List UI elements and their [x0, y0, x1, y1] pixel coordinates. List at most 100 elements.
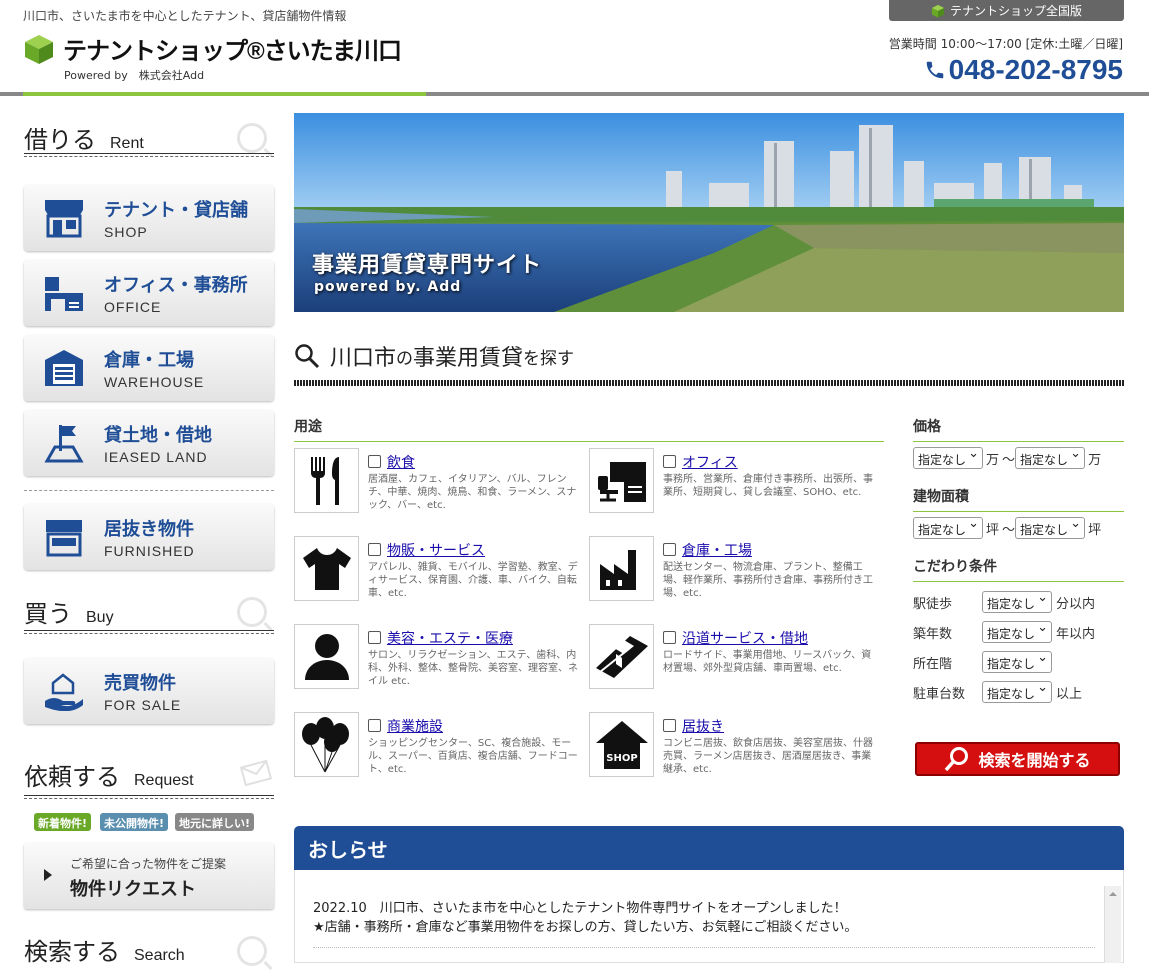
use-link-office[interactable]: オフィス [682, 452, 738, 472]
price-min-select[interactable]: 指定なし [913, 446, 984, 469]
cond-row-walk: 駅徒歩 指定なし 分以内 [913, 590, 1095, 613]
cond-label-floor: 所在階 [913, 656, 953, 672]
use-link-retail[interactable]: 物販・サービス [387, 540, 485, 560]
cond-select-floor[interactable]: 指定なし [982, 650, 1053, 673]
cond-label-parking: 駐車台数 [913, 686, 966, 702]
magnifier-deco-icon [237, 123, 267, 153]
factory-icon [589, 536, 654, 601]
news-header: おしらせ [294, 826, 1124, 870]
logo-title: テナントショップ®さいたま川口 [63, 38, 402, 65]
nav-for-sale-sub: FOR SALE [104, 697, 182, 713]
use-item-commercial: 商業施設 ショッピングセンター、SC、複合施設、モール、スーパー、百貨店、複合店… [294, 712, 584, 778]
use-desc-retail: アパレル、雑貨、モバイル、学習塾、教室、ディサービス、保育園、介護、車、バイク、… [368, 562, 578, 599]
site-logo[interactable]: テナントショップ®さいたま川口 [23, 31, 402, 66]
business-hours: 営業時間 10:00～17:00 [定休:土曜／日曜] [888, 37, 1123, 51]
use-link-warehouse[interactable]: 倉庫・工場 [682, 540, 752, 560]
price-unit-2: 万 [1088, 452, 1102, 468]
use-checkbox-food[interactable] [368, 455, 381, 468]
use-checkbox-beauty[interactable] [368, 631, 381, 644]
rent-title-jp: 借りる [24, 126, 96, 154]
badge-unlisted: 未公開物件! [100, 813, 169, 831]
use-link-roadside[interactable]: 沿道サービス・借地 [682, 628, 808, 648]
nationwide-site-link[interactable]: テナントショップ全国版 [889, 0, 1124, 21]
use-checkbox-retail[interactable] [368, 543, 381, 556]
start-search-button[interactable]: 検索を開始する [915, 742, 1120, 776]
use-checkbox-warehouse[interactable] [663, 543, 676, 556]
cond-select-age[interactable]: 指定なし [982, 620, 1053, 643]
property-request-button[interactable]: ご希望に合った物件をご提案 物件リクエスト [24, 843, 274, 909]
nav-office-label: オフィス・事務所 [104, 275, 248, 296]
buy-title-en: Buy [86, 609, 114, 626]
nav-for-sale[interactable]: 売買物件 FOR SALE [24, 658, 274, 724]
use-link-food[interactable]: 飲食 [387, 452, 415, 472]
news-divider [313, 947, 1095, 948]
rent-title-en: Rent [110, 135, 144, 152]
caret-right-icon [44, 869, 52, 881]
use-item-warehouse: 倉庫・工場 配送センター、物流倉庫、プラント、整備工場、軽作業所、事務所付き倉庫… [589, 536, 879, 602]
nav-land[interactable]: 貸土地・借地 IEASED LAND [24, 410, 274, 476]
use-desc-warehouse: 配送センター、物流倉庫、プラント、整備工場、軽作業所、事務所付き倉庫、事務所付き… [663, 562, 873, 599]
use-header: 用途 [294, 416, 884, 442]
nav-warehouse-sub: WAREHOUSE [104, 374, 205, 390]
buy-rule [24, 630, 274, 634]
nav-shop[interactable]: テナント・貸店舗 SHOP [24, 185, 274, 251]
tshirt-icon [294, 536, 359, 601]
area-max-select[interactable]: 指定なし [1015, 516, 1086, 539]
news-line-2: ★店舗・事務所・倉庫など事業用物件をお探しの方、貸したい方、お気軽にご相談くださ… [313, 920, 858, 935]
nav-furnished[interactable]: 居抜き物件 FURNISHED [24, 504, 274, 570]
use-item-beauty: 美容・エステ・医療 サロン、リラクゼーション、エステ、歯科、内科、外科、整体、整… [294, 624, 584, 690]
cond-select-walk[interactable]: 指定なし [982, 590, 1053, 613]
phone-icon [926, 61, 943, 79]
request-sub: ご希望に合った物件をご提案 [70, 857, 227, 871]
area-header: 建物面積 [913, 486, 1124, 512]
cond-unit-age: 年以内 [1056, 626, 1096, 642]
news-scrollbar[interactable] [1104, 886, 1121, 963]
use-item-food: 飲食 居酒屋、カフェ、イタリアン、バル、フレンチ、中華、焼肉、焼鳥、和食、ラーメ… [294, 448, 584, 514]
use-link-beauty[interactable]: 美容・エステ・医療 [387, 628, 513, 648]
nav-furnished-label: 居抜き物件 [104, 519, 194, 540]
rent-rule [24, 153, 274, 157]
use-checkbox-commercial[interactable] [368, 719, 381, 732]
badge-new: 新着物件! [34, 813, 92, 831]
use-link-furnished[interactable]: 居抜き [682, 716, 724, 736]
sidebar-divider [24, 490, 274, 491]
badge-local: 地元に詳しい! [175, 813, 255, 831]
nav-warehouse[interactable]: 倉庫・工場 WAREHOUSE [24, 335, 274, 401]
area-unit-2: 坪 [1088, 522, 1102, 538]
price-max-select[interactable]: 指定なし [1015, 446, 1086, 469]
heading-category: 事業用賃貸 [413, 346, 524, 371]
scroll-up-arrow-icon [1109, 892, 1117, 896]
use-item-retail: 物販・サービス アパレル、雑貨、モバイル、学習塾、教室、ディサービス、保育園、介… [294, 536, 584, 602]
office-icon [42, 271, 86, 315]
cond-row-age: 築年数 指定なし 年以内 [913, 620, 1096, 643]
buy-title-jp: 買う [24, 600, 72, 628]
heading-no: の [396, 348, 414, 369]
search-title-jp: 検索する [24, 938, 120, 966]
use-checkbox-office[interactable] [663, 455, 676, 468]
phone-number[interactable]: 048-202-8795 [924, 54, 1123, 86]
area-min-select[interactable]: 指定なし [913, 516, 984, 539]
search-icon [945, 747, 969, 772]
start-search-label: 検索を開始する [978, 751, 1091, 770]
header-accent [23, 92, 426, 96]
use-checkbox-roadside[interactable] [663, 631, 676, 644]
search-heading: 川口市 の 事業用賃貸 を探す [294, 340, 574, 372]
use-item-office: オフィス 事務所、営業所、倉庫付き事務所、出張所、事業所、短期貸し、貸し会議室、… [589, 448, 879, 514]
price-unit-1: 万 [986, 452, 1000, 468]
use-link-commercial[interactable]: 商業施設 [387, 716, 443, 736]
use-desc-commercial: ショッピングセンター、SC、複合施設、モール、スーパー、百貨店、複合店舗、フード… [368, 738, 578, 775]
balloons-icon [294, 712, 359, 777]
area-row: 指定なし 坪 ～ 指定なし 坪 [913, 516, 1102, 539]
nav-for-sale-label: 売買物件 [104, 673, 176, 694]
use-desc-food: 居酒屋、カフェ、イタリアン、バル、フレンチ、中華、焼肉、焼鳥、和食、ラーメン、ス… [368, 474, 577, 511]
hand-house-icon [42, 669, 86, 713]
use-checkbox-furnished[interactable] [663, 719, 676, 732]
nav-shop-label: テナント・貸店舗 [104, 200, 248, 221]
nav-office[interactable]: オフィス・事務所 OFFICE [24, 260, 274, 326]
request-rule [24, 795, 274, 799]
cond-select-parking[interactable]: 指定なし [982, 680, 1053, 703]
use-item-roadside: 沿道サービス・借地 ロードサイド、事業用借地、リースバック、資材置場、郊外型貸店… [589, 624, 879, 690]
site-tagline: 川口市、さいたま市を中心としたテナント、貸店舗物件情報 [23, 9, 347, 23]
cond-label-age: 築年数 [913, 626, 953, 642]
roadside-building-icon [589, 624, 654, 689]
